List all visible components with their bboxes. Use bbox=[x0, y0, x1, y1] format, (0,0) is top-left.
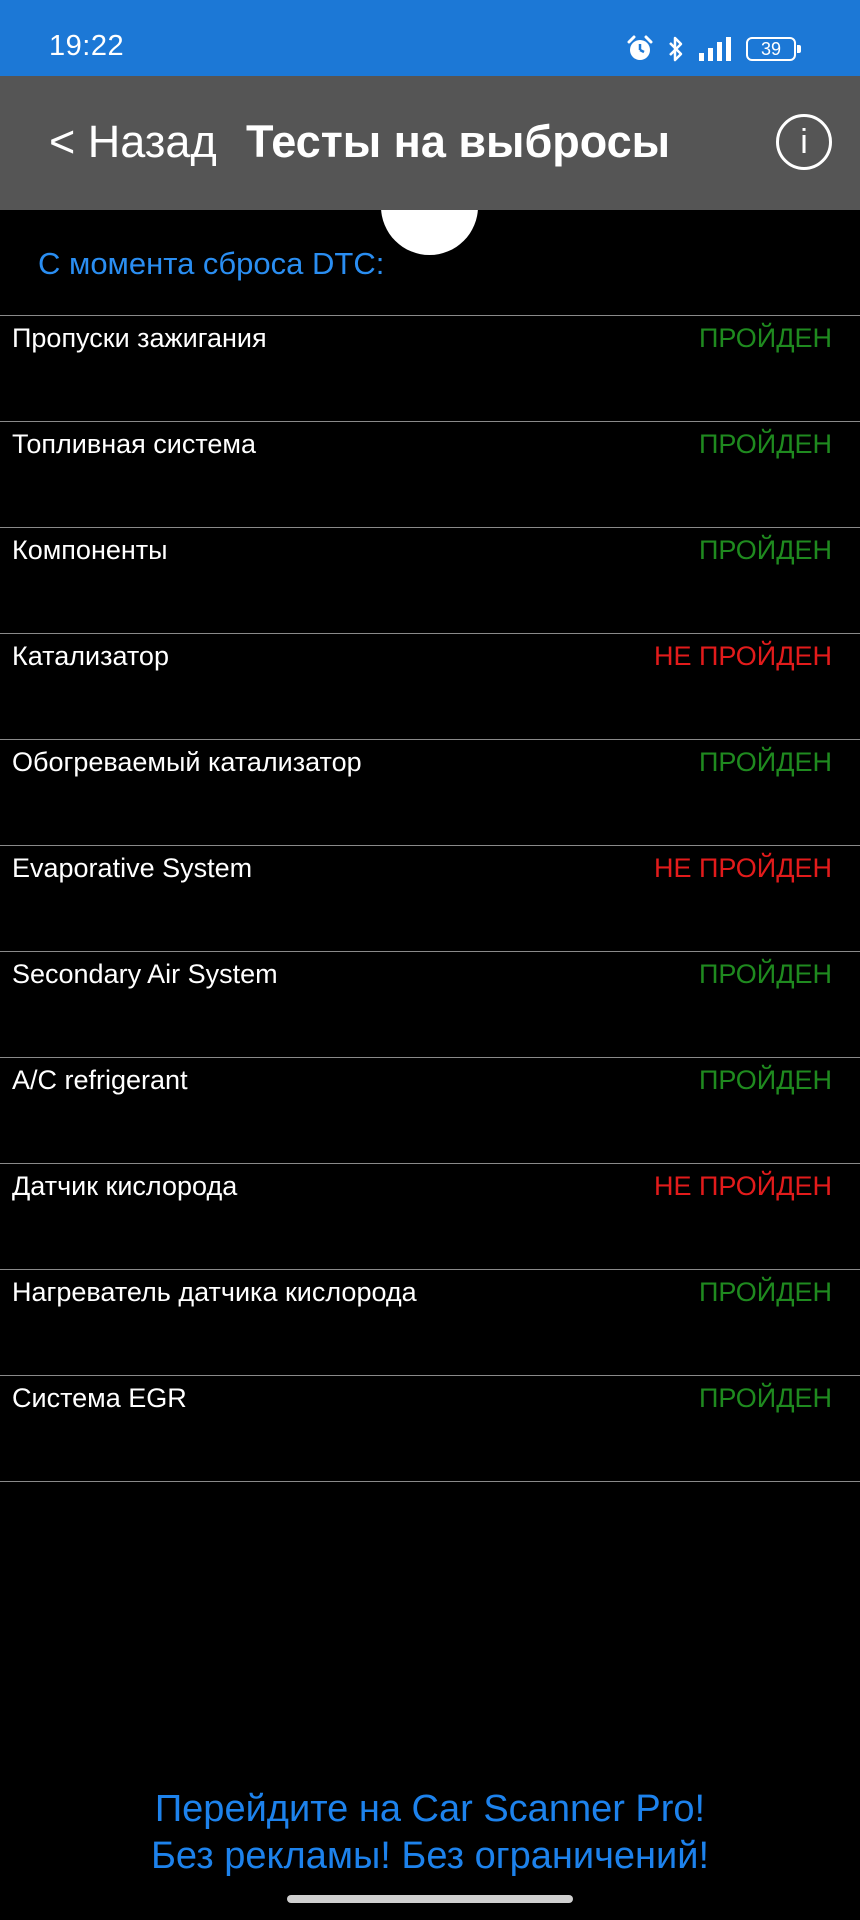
test-name: Обогреваемый катализатор bbox=[12, 747, 362, 777]
test-status: ПРОЙДЕН bbox=[698, 1277, 832, 1307]
status-time: 19:22 bbox=[49, 30, 125, 62]
info-button[interactable]: i bbox=[776, 114, 832, 170]
test-row: Катализатор НЕ ПРОЙДЕН bbox=[0, 634, 860, 740]
test-name: Датчик кислорода bbox=[12, 1171, 238, 1201]
test-status: ПРОЙДЕН bbox=[698, 1065, 832, 1095]
test-row: Обогреваемый катализатор ПРОЙДЕН bbox=[0, 740, 860, 846]
section-title: С момента сброса DTC: bbox=[38, 246, 385, 281]
tests-list: Пропуски зажигания ПРОЙДЕН Топливная систе… bbox=[0, 315, 860, 1482]
test-name: A/C refrigerant bbox=[12, 1065, 188, 1095]
info-icon: i bbox=[800, 122, 808, 161]
battery-level: 39 bbox=[760, 38, 782, 59]
test-row: Датчик кислорода НЕ ПРОЙДЕН bbox=[0, 1164, 860, 1270]
test-name: Нагреватель датчика кислорода bbox=[12, 1277, 417, 1307]
back-button[interactable]: < Назад bbox=[49, 116, 217, 168]
test-row: Компоненты ПРОЙДЕН bbox=[0, 528, 860, 634]
test-row: Evaporative System НЕ ПРОЙДЕН bbox=[0, 846, 860, 952]
test-name: Катализатор bbox=[12, 641, 169, 671]
test-row: Secondary Air System ПРОЙДЕН bbox=[0, 952, 860, 1058]
test-row: Топливная система ПРОЙДЕН bbox=[0, 422, 860, 528]
test-status: ПРОЙДЕН bbox=[698, 1383, 832, 1413]
promo-line-2: Без рекламы! Без ограничений! bbox=[150, 1835, 709, 1877]
test-status: НЕ ПРОЙДЕН bbox=[653, 853, 832, 883]
test-status: НЕ ПРОЙДЕН bbox=[653, 1171, 832, 1201]
status-icons: 39 bbox=[626, 33, 801, 65]
test-name: Пропуски зажигания bbox=[12, 323, 267, 353]
bluetooth-icon bbox=[666, 35, 686, 63]
alarm-icon bbox=[626, 35, 654, 63]
test-row: Пропуски зажигания ПРОЙДЕН bbox=[0, 316, 860, 422]
test-status: ПРОЙДЕН bbox=[698, 429, 832, 459]
test-name: Evaporative System bbox=[12, 853, 253, 883]
signal-icon bbox=[698, 36, 734, 62]
test-row: A/C refrigerant ПРОЙДЕН bbox=[0, 1058, 860, 1164]
test-name: Secondary Air System bbox=[12, 959, 278, 989]
promo-banner[interactable]: Перейдите на Car Scanner Pro! Без реклам… bbox=[0, 1786, 860, 1880]
app-header: < Назад Тесты на выбросы i bbox=[0, 76, 860, 210]
test-status: ПРОЙДЕН bbox=[698, 323, 832, 353]
test-name: Компоненты bbox=[12, 535, 168, 565]
home-indicator[interactable] bbox=[287, 1895, 573, 1903]
test-status: ПРОЙДЕН bbox=[698, 535, 832, 565]
test-status: ПРОЙДЕН bbox=[698, 747, 832, 777]
test-status: НЕ ПРОЙДЕН bbox=[653, 641, 832, 671]
test-name: Система EGR bbox=[12, 1383, 187, 1413]
test-row: Система EGR ПРОЙДЕН bbox=[0, 1376, 860, 1482]
test-name: Топливная система bbox=[12, 429, 256, 459]
status-bar: 19:22 39 bbox=[0, 0, 860, 76]
promo-line-1: Перейдите на Car Scanner Pro! bbox=[154, 1788, 706, 1830]
battery-icon: 39 bbox=[746, 37, 801, 61]
test-row: Нагреватель датчика кислорода ПРОЙДЕН bbox=[0, 1270, 860, 1376]
test-status: ПРОЙДЕН bbox=[698, 959, 832, 989]
page-title: Тесты на выбросы bbox=[246, 116, 671, 167]
